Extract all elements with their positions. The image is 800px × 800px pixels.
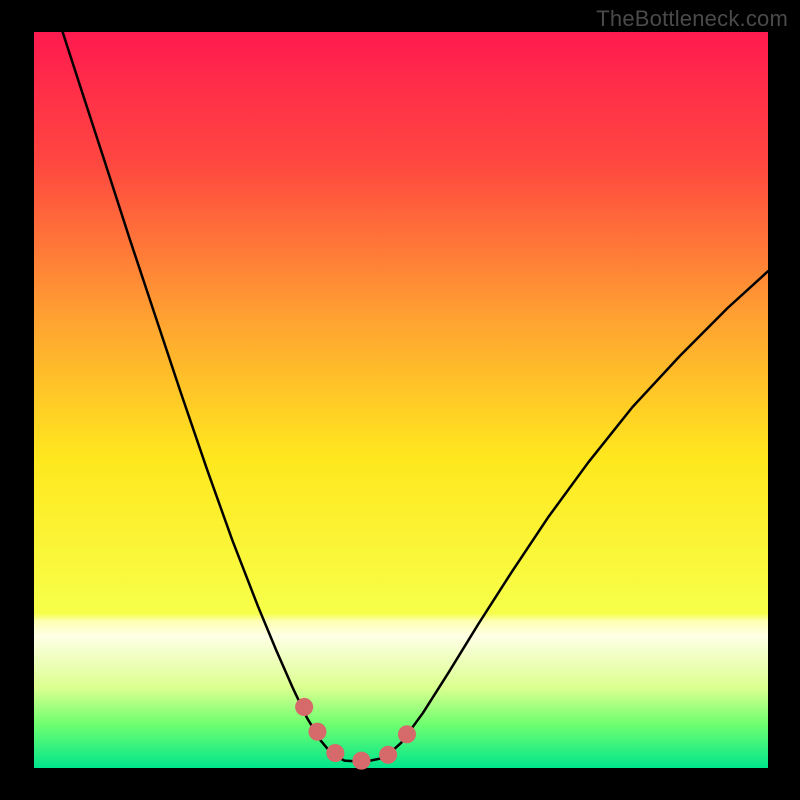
bottleneck-chart bbox=[0, 0, 800, 800]
plot-background bbox=[34, 32, 768, 768]
watermark-text: TheBottleneck.com bbox=[596, 6, 788, 32]
chart-frame: TheBottleneck.com bbox=[0, 0, 800, 800]
